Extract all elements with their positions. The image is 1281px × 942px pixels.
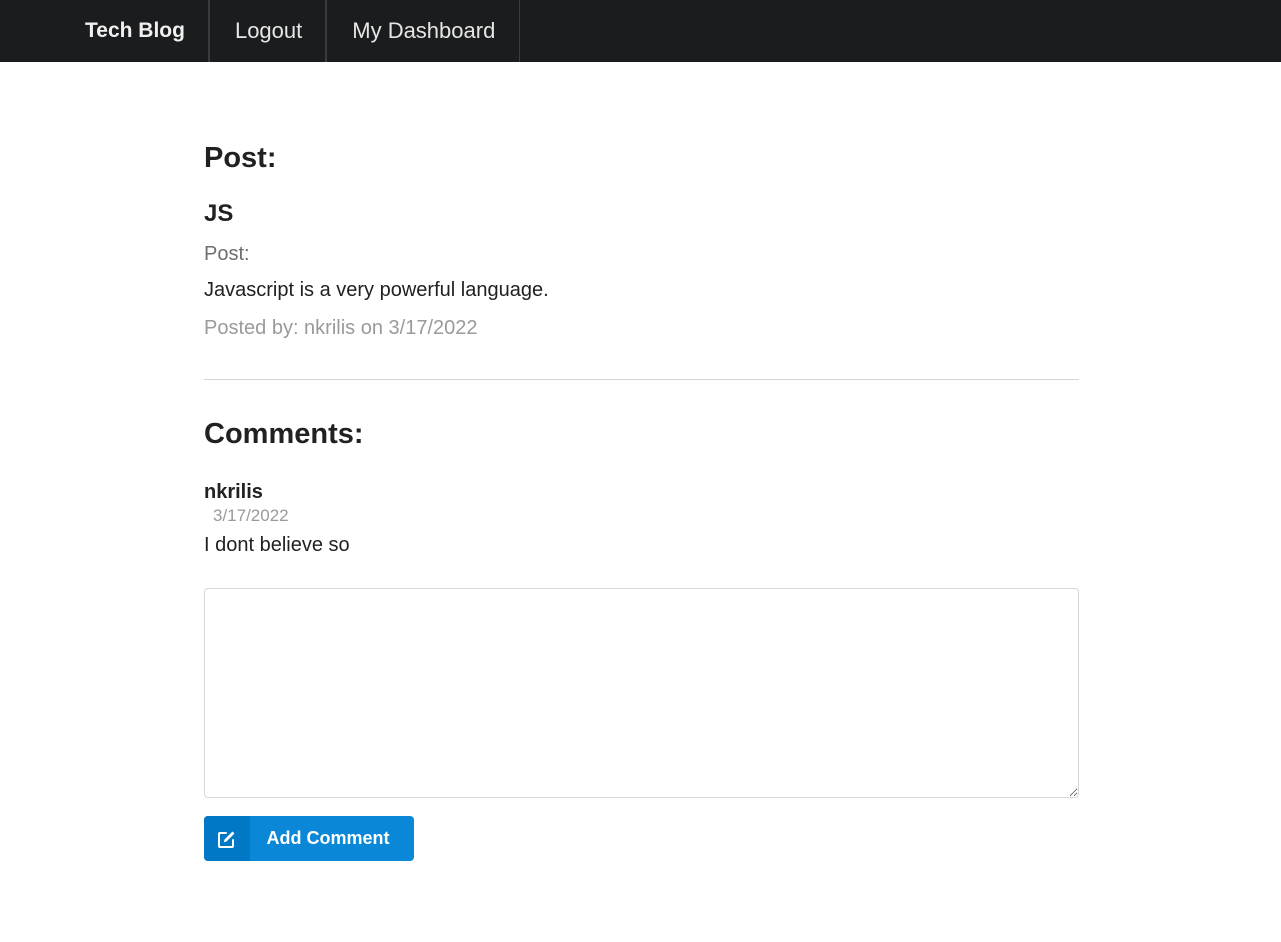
main-content: Post: JS Post: Javascript is a very powe… xyxy=(204,62,1079,861)
post-body: Javascript is a very powerful language. xyxy=(204,279,549,301)
post-meta: Posted by: nkrilis on 3/17/2022 xyxy=(204,317,478,339)
comment-form: Add Comment xyxy=(204,588,1079,861)
logout-link[interactable]: Logout xyxy=(210,0,328,62)
comment-item: nkrilis 3/17/2022 I dont believe so xyxy=(204,480,1079,558)
post-card: JS Post: Javascript is a very powerful l… xyxy=(204,199,1079,341)
comment-textarea[interactable] xyxy=(204,588,1079,798)
add-comment-label: Add Comment xyxy=(266,828,390,848)
comment-text: I dont believe so xyxy=(204,534,350,556)
post-label: Post: xyxy=(204,243,250,265)
add-comment-button[interactable]: Add Comment xyxy=(204,816,414,861)
post-title: JS xyxy=(204,200,234,227)
post-section-heading: Post: xyxy=(204,142,277,174)
comments-section-heading: Comments: xyxy=(204,418,364,450)
comment-author[interactable]: nkrilis xyxy=(204,480,1079,504)
dashboard-link[interactable]: My Dashboard xyxy=(327,0,521,62)
brand-link[interactable]: Tech Blog xyxy=(60,0,210,62)
section-divider xyxy=(204,379,1079,380)
top-navigation-bar: Tech Blog Logout My Dashboard xyxy=(0,0,1281,62)
edit-icon xyxy=(204,816,250,861)
comment-date: 3/17/2022 xyxy=(213,506,289,525)
